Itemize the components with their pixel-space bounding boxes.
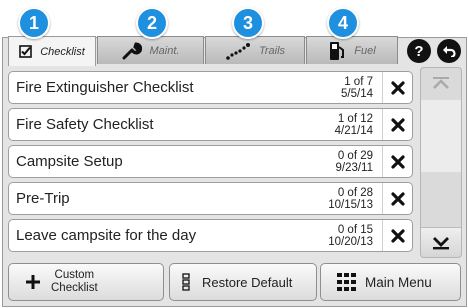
close-icon (390, 228, 405, 243)
tab-label: Checklist (40, 45, 85, 58)
delete-button[interactable] (382, 72, 412, 103)
list-item[interactable]: Fire Safety Checklist 1 of 12 4/21/14 (8, 108, 413, 141)
tab-number-badge: 2 (136, 7, 168, 39)
tab-label: Fuel (354, 44, 376, 57)
checklist-progress-date: 1 of 7 5/5/14 (308, 76, 376, 100)
checklist-progress-date: 1 of 12 4/21/14 (308, 113, 376, 137)
delete-button[interactable] (382, 109, 412, 140)
close-icon (390, 191, 405, 206)
list-item[interactable]: Fire Extinguisher Checklist 1 of 7 5/5/1… (8, 71, 413, 104)
checklist-name: Campsite Setup (16, 153, 123, 170)
progress-count: 0 of 29 (337, 149, 373, 162)
progress-count: 1 of 12 (337, 112, 373, 125)
custom-checklist-button[interactable]: Custom Checklist (8, 263, 164, 301)
checklist-date: 10/20/13 (328, 235, 373, 248)
list-item[interactable]: Pre-Trip 0 of 28 10/15/13 (8, 182, 413, 215)
checklist-name: Leave campsite for the day (16, 227, 197, 244)
tab-number-badge: 1 (18, 7, 50, 39)
list-item[interactable]: Leave campsite for the day 0 of 15 10/20… (8, 219, 413, 252)
tab-maint[interactable]: Maint. (97, 36, 204, 64)
tab-trails[interactable]: Trails (205, 36, 305, 64)
progress-count: 0 of 15 (337, 223, 373, 236)
restore-list-icon (182, 273, 190, 291)
fuel-pump-icon (328, 41, 346, 61)
scroll-bottom-button[interactable] (421, 227, 461, 257)
grid-menu-icon (337, 273, 357, 291)
delete-button[interactable] (382, 220, 412, 251)
tab-number-badge: 3 (232, 7, 264, 39)
restore-default-button[interactable]: Restore Default (169, 263, 317, 301)
progress-count: 1 of 7 (344, 75, 373, 88)
checklist-list: Fire Extinguisher Checklist 1 of 7 5/5/1… (8, 67, 413, 258)
checkbox-icon (19, 45, 32, 58)
dotted-trail-icon (225, 42, 251, 60)
wrench-icon (122, 42, 142, 60)
tab-checklist[interactable]: Checklist (8, 36, 96, 66)
custom-checklist-label: Custom Checklist (51, 269, 98, 295)
checklist-date: 9/23/11 (335, 161, 373, 174)
scroll-top-button[interactable] (421, 68, 461, 98)
checklist-name: Fire Safety Checklist (16, 116, 154, 133)
checklist-date: 10/15/13 (328, 198, 373, 211)
close-icon (390, 154, 405, 169)
restore-default-label: Restore Default (202, 274, 293, 290)
scroll-bottom-icon (433, 236, 449, 249)
checklist-progress-date: 0 of 28 10/15/13 (308, 187, 376, 211)
tab-number-badge: 4 (327, 7, 359, 39)
plus-icon (25, 274, 41, 290)
checklist-progress-date: 0 of 29 9/23/11 (308, 150, 376, 174)
close-icon (390, 80, 405, 95)
list-item[interactable]: Campsite Setup 0 of 29 9/23/11 (8, 145, 413, 178)
checklist-name: Pre-Trip (16, 190, 70, 207)
close-icon (390, 117, 405, 132)
custom-label-line2: Checklist (51, 282, 98, 294)
custom-label-line1: Custom (54, 269, 95, 281)
checklist-name: Fire Extinguisher Checklist (16, 79, 194, 96)
checklist-date: 5/5/14 (341, 87, 373, 100)
scroll-thumb[interactable] (421, 100, 461, 172)
tab-fuel[interactable]: Fuel (306, 36, 398, 64)
delete-button[interactable] (382, 146, 412, 177)
progress-count: 0 of 28 (337, 186, 373, 199)
main-menu-button[interactable]: Main Menu (320, 263, 461, 301)
main-menu-label: Main Menu (365, 274, 432, 290)
help-button[interactable]: ? (407, 39, 431, 63)
tab-label: Maint. (149, 44, 180, 57)
list-scrollbar[interactable] (420, 67, 462, 258)
delete-button[interactable] (382, 183, 412, 214)
scroll-top-icon (433, 77, 449, 89)
checklist-progress-date: 0 of 15 10/20/13 (308, 224, 376, 248)
tab-label: Trails (258, 44, 286, 57)
back-arrow-icon (442, 45, 456, 57)
checklist-date: 4/21/14 (334, 124, 373, 137)
back-button[interactable] (437, 39, 461, 63)
